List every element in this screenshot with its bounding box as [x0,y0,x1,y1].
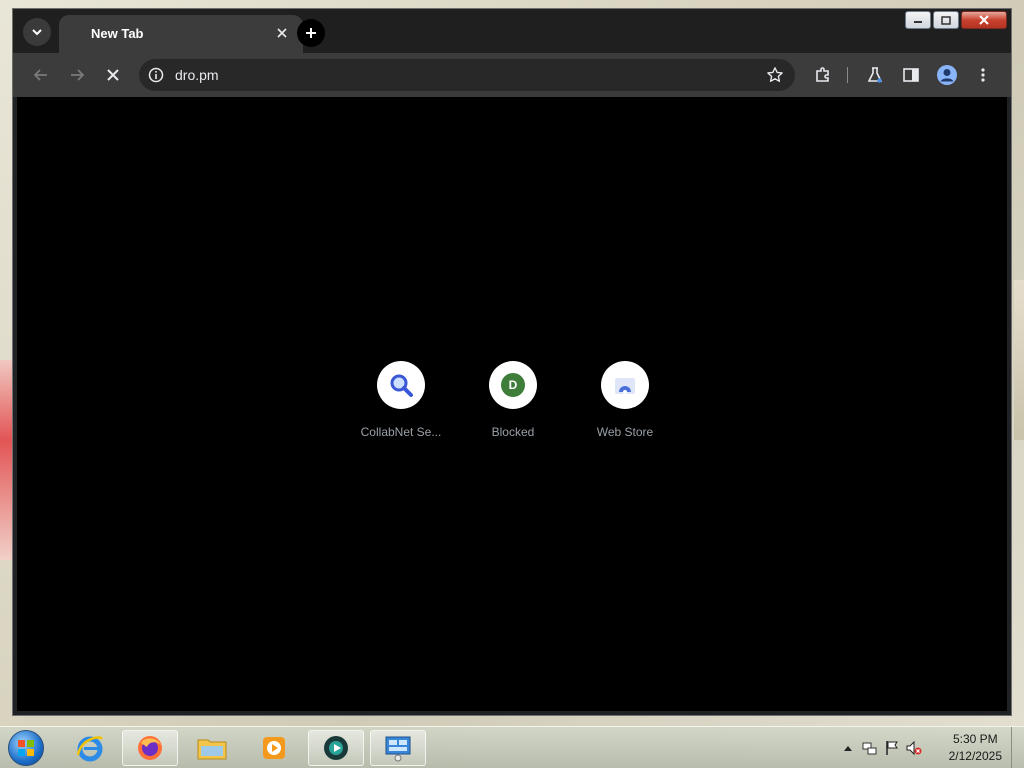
shortcut-icon-circle [377,361,425,409]
arrow-left-icon [33,69,47,81]
taskbar-remote-desktop[interactable] [370,730,426,766]
chrome-dev-icon [324,736,348,760]
clock-time: 5:30 PM [952,732,998,746]
restore-icon [941,15,951,25]
menu-button[interactable] [969,61,997,89]
profile-button[interactable] [933,61,961,89]
new-tab-page: CollabNet Se... D Blocked Web Store [17,97,1007,711]
shortcut-tile[interactable]: Web Store [569,361,681,439]
volume-muted-icon[interactable] [906,740,922,756]
shortcut-icon-circle: D [489,361,537,409]
address-bar[interactable]: dro.pm [139,59,795,91]
tab-strip: New Tab [13,9,1011,53]
media-player-icon [263,737,285,759]
side-panel-button[interactable] [897,61,925,89]
shortcut-label: Web Store [596,425,654,439]
avatar-icon [937,65,957,85]
show-desktop-button[interactable] [1011,727,1024,768]
web-store-icon [615,378,635,394]
chevron-up-icon [844,746,852,751]
network-icon[interactable] [862,740,878,756]
tab-new-tab[interactable]: New Tab [59,15,303,53]
shortcut-tile[interactable]: D Blocked [457,361,569,439]
close-icon [277,28,287,38]
letter-avatar-icon: D [501,373,525,397]
more-vert-icon [981,68,985,82]
taskbar: 5:30 PM 2/12/2025 [0,726,1024,768]
folder-icon [197,739,227,760]
shortcut-label: CollabNet Se... [360,425,442,439]
taskbar-file-explorer[interactable] [184,730,240,766]
maximize-button[interactable] [933,11,959,29]
browser-window: New Tab dro.pm CollabNet Se... D Blocked… [12,8,1012,716]
arrow-right-icon [71,69,85,81]
tab-title: New Tab [91,26,144,41]
shortcut-label: Blocked [491,425,535,439]
stop-loading-button[interactable] [99,61,127,89]
remote-desktop-icon [385,736,411,762]
browser-toolbar: dro.pm [13,53,1011,97]
action-center-flag-icon[interactable] [884,740,900,756]
chevron-down-icon [32,29,42,36]
system-clock[interactable]: 5:30 PM 2/12/2025 [949,731,1002,765]
tab-search-button[interactable] [23,18,51,46]
system-tray: 5:30 PM 2/12/2025 [840,727,1024,768]
minimize-button[interactable] [905,11,931,29]
flask-icon [867,67,883,83]
star-icon [767,67,783,82]
labs-button[interactable] [861,61,889,89]
extensions-button[interactable] [809,61,837,89]
side-panel-icon [903,68,919,82]
shortcut-icon-circle [601,361,649,409]
window-controls [905,11,1007,29]
bookmark-star-button[interactable] [765,65,785,85]
windows-logo-icon [8,730,44,766]
forward-button[interactable] [63,61,91,89]
desktop-wallpaper-strip-right [1014,280,1024,440]
new-tab-button[interactable] [297,19,325,47]
plus-icon [306,28,316,38]
close-icon [979,15,989,25]
start-button[interactable] [6,729,46,767]
site-info-icon[interactable] [147,66,165,84]
minimize-icon [914,21,922,23]
search-icon [390,374,413,397]
firefox-icon [138,736,162,760]
taskbar-chrome-dev[interactable] [308,730,364,766]
toolbar-separator [847,67,848,83]
tab-close-button[interactable] [273,24,291,42]
taskbar-firefox[interactable] [122,730,178,766]
shortcut-tile[interactable]: CollabNet Se... [345,361,457,439]
close-window-button[interactable] [961,11,1007,29]
clock-date: 2/12/2025 [948,749,1002,763]
internet-explorer-icon [76,736,103,762]
taskbar-media-player[interactable] [246,730,302,766]
puzzle-icon [816,67,829,82]
show-hidden-icons-button[interactable] [840,740,856,756]
address-bar-url: dro.pm [175,67,219,83]
back-button[interactable] [27,61,55,89]
close-icon [107,69,119,81]
letter-avatar-text: D [508,378,518,392]
taskbar-internet-explorer[interactable] [62,730,118,766]
